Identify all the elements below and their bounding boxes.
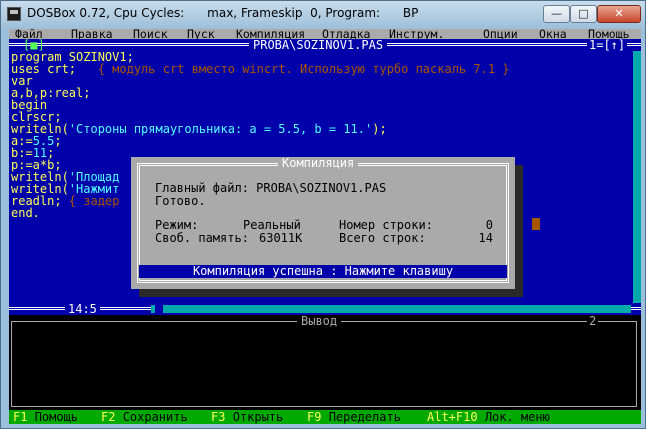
main-file-value: PROBA\SOZINOV1.PAS bbox=[256, 181, 387, 195]
output-title: Вывод bbox=[297, 315, 342, 327]
window-title: DOSBox 0.72, Cpu Cycles: max, Frameskip … bbox=[27, 6, 419, 20]
menu-window[interactable]: Окна bbox=[539, 29, 567, 39]
dialog-title: Компиляция bbox=[278, 157, 359, 169]
horizontal-scroll-thumb[interactable] bbox=[155, 305, 163, 313]
status-help[interactable]: F1 Помощь bbox=[13, 411, 78, 423]
title-bar[interactable]: DOSBox 0.72, Cpu Cycles: max, Frameskip … bbox=[1, 1, 645, 29]
menu-options[interactable]: Опции bbox=[483, 29, 518, 39]
code-line[interactable]: begin bbox=[11, 99, 623, 111]
code-line[interactable]: a,b,p:real; bbox=[11, 87, 623, 99]
text-cursor bbox=[532, 218, 540, 230]
compile-status-bar[interactable]: Компиляция успешна : Нажмите клавишу bbox=[139, 265, 507, 278]
code-token: { модуль crt вместо wincrt. Использую ту… bbox=[97, 62, 510, 76]
status-bar: F1 Помощь F2 Сохранить F3 Открыть F9 Пер… bbox=[9, 410, 641, 424]
status-open[interactable]: F3 Открыть bbox=[211, 411, 283, 423]
line-number-label: Номер строки: bbox=[339, 218, 433, 232]
editor-close-button[interactable]: [■] bbox=[23, 39, 45, 51]
code-token: { задер bbox=[68, 194, 120, 208]
code-line[interactable]: var bbox=[11, 75, 623, 87]
line-number-value: 0 bbox=[485, 218, 493, 232]
output-window[interactable]: Вывод 2 bbox=[9, 315, 641, 410]
dosbox-app-icon[interactable] bbox=[7, 7, 21, 21]
menu-edit[interactable]: Правка bbox=[71, 29, 113, 39]
code-line[interactable]: uses crt; { модуль crt вместо wincrt. Ис… bbox=[11, 63, 623, 75]
code-line[interactable]: writeln('Стороны прямаугольника: a = 5.5… bbox=[11, 123, 623, 135]
status-save[interactable]: F2 Сохранить bbox=[101, 411, 188, 423]
vertical-scrollbar[interactable] bbox=[633, 51, 641, 303]
status-make[interactable]: F9 Переделать bbox=[307, 411, 401, 423]
cursor-position: 14:5 bbox=[65, 303, 100, 315]
compile-state: Готово. bbox=[155, 194, 206, 208]
menu-search[interactable]: Поиск bbox=[133, 29, 168, 39]
editor-window-number[interactable]: 1=[↑] bbox=[587, 39, 628, 51]
code-token: end. bbox=[11, 206, 40, 220]
close-button[interactable]: ✕ bbox=[597, 5, 641, 23]
free-memory-label: Своб. память: bbox=[155, 231, 249, 245]
main-file-label: Главный файл: bbox=[155, 181, 249, 195]
main-file-row: Главный файл: PROBA\SOZINOV1.PAS bbox=[155, 182, 386, 194]
compile-dialog[interactable]: Компиляция Главный файл: PROBA\SOZINOV1.… bbox=[131, 157, 515, 289]
code-token: ); bbox=[372, 122, 387, 136]
status-local-menu[interactable]: Alt+F10 Лок. меню bbox=[427, 411, 550, 423]
mode-label: Режим: bbox=[155, 218, 199, 232]
free-memory-value: 63011К bbox=[259, 231, 303, 245]
total-lines-label: Всего строк: bbox=[339, 231, 426, 245]
code-line[interactable]: a:=5.5; bbox=[11, 135, 623, 147]
menu-run[interactable]: Пуск bbox=[187, 29, 215, 39]
mode-value: Реальный bbox=[243, 218, 301, 232]
output-window-number: 2 bbox=[587, 314, 599, 328]
maximize-button[interactable]: □ bbox=[570, 5, 597, 23]
dosbox-window: DOSBox 0.72, Cpu Cycles: max, Frameskip … bbox=[0, 0, 646, 429]
code-token: 'Стороны прямаугольника: a = 5.5, b = 11… bbox=[68, 122, 373, 136]
dialog-shadow-bottom bbox=[139, 289, 523, 297]
total-lines-value: 14 bbox=[478, 231, 493, 245]
minimize-button[interactable]: — bbox=[543, 5, 570, 23]
output-border bbox=[11, 321, 637, 407]
code-token: ; bbox=[54, 134, 62, 148]
dialog-shadow-right bbox=[515, 165, 523, 297]
horizontal-scrollbar[interactable] bbox=[151, 305, 631, 313]
editor-title: PROBA\SOZINOV1.PAS bbox=[249, 39, 388, 51]
menu-tools[interactable]: Инструм. bbox=[389, 29, 444, 39]
